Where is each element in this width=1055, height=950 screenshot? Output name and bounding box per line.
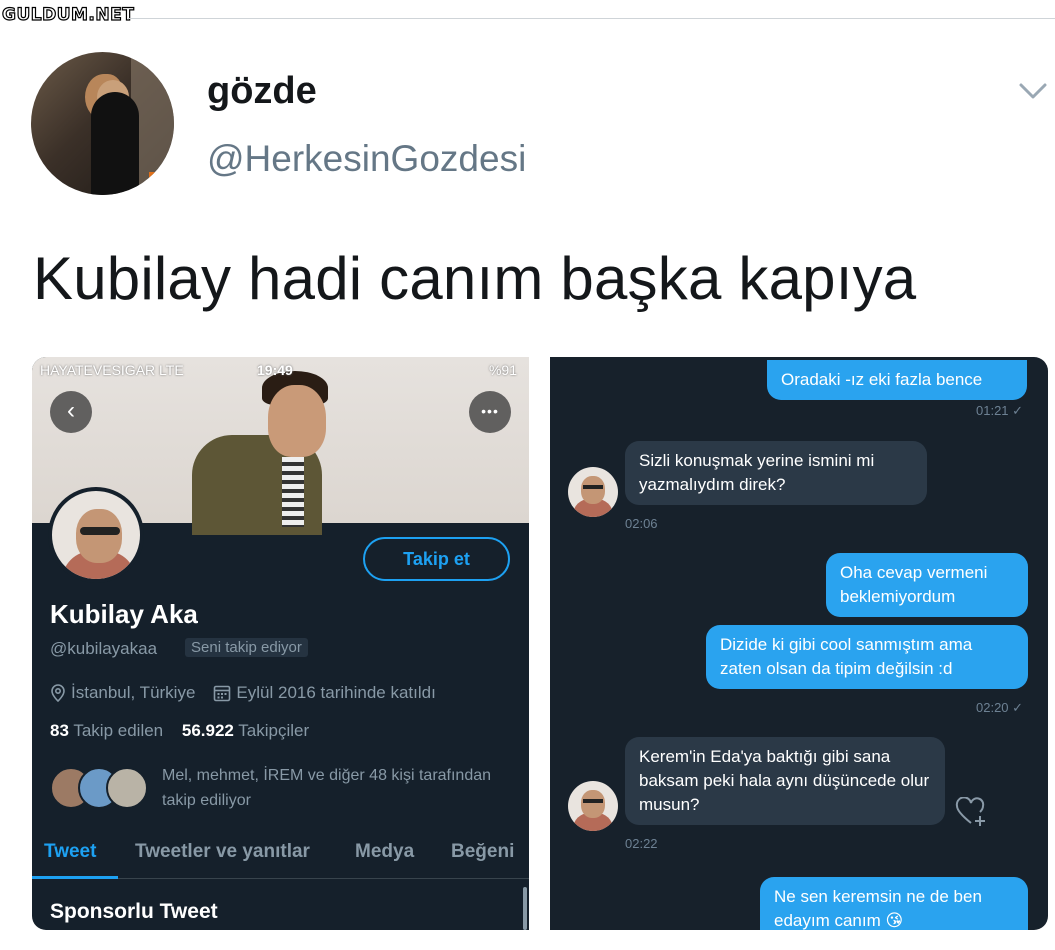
- more-dots-icon[interactable]: •••: [469, 391, 511, 433]
- following-label: Takip edilen: [73, 721, 164, 740]
- profile-handle: @kubilayakaa: [50, 639, 158, 658]
- avatar: [106, 767, 148, 809]
- following-count: 83: [50, 721, 69, 740]
- profile-name: Kubilay Aka: [50, 599, 198, 629]
- message-bubble-out[interactable]: Dizide ki gibi cool sanmıştım ama zaten …: [706, 625, 1028, 689]
- chat-avatar[interactable]: [568, 781, 618, 831]
- message-time: 02:20 ✓: [976, 700, 1024, 715]
- chat-avatar[interactable]: [568, 467, 618, 517]
- avatar[interactable]: [31, 52, 174, 195]
- battery-label: %91: [488, 362, 517, 378]
- message-bubble-out[interactable]: Ne sen keremsin ne de ben edayım canım 😘: [760, 877, 1028, 930]
- message-time: 02:22: [625, 836, 658, 851]
- profile-avatar[interactable]: [48, 487, 144, 583]
- followers-count: 56.922: [181, 721, 234, 740]
- active-tab-indicator: [32, 876, 118, 879]
- chevron-down-icon[interactable]: [1018, 80, 1048, 102]
- display-name[interactable]: gözde: [207, 70, 317, 113]
- tab-likes[interactable]: Beğeni: [451, 841, 514, 863]
- heart-plus-icon[interactable]: [955, 797, 987, 827]
- follows-you-badge: Seni takip ediyor: [185, 638, 308, 657]
- scrollbar[interactable]: [523, 887, 527, 930]
- follow-counts[interactable]: 83 Takip edilen 56.922 Takipçiler: [50, 721, 309, 741]
- status-bar: HAYATEVESIGAR LTE 19:49 %91: [32, 359, 529, 381]
- tab-media[interactable]: Medya: [355, 841, 414, 863]
- media-image-chat[interactable]: Oradaki -ız eki fazla bence 01:21 ✓ Sizl…: [550, 357, 1048, 930]
- follow-button[interactable]: Takip et: [363, 537, 510, 581]
- status-time: 19:49: [257, 362, 293, 378]
- sponsored-heading: Sponsorlu Tweet: [50, 900, 218, 923]
- calendar-icon: [214, 685, 231, 702]
- tweet-text: Kubilay hadi canım başka kapıya: [33, 245, 917, 312]
- location-icon: [51, 684, 65, 702]
- message-time: 01:21 ✓: [976, 403, 1024, 418]
- carrier-label: HAYATEVESIGAR LTE: [40, 362, 184, 378]
- watermark-logo: GULDUM.NET: [1, 4, 135, 25]
- media-image-profile[interactable]: HAYATEVESIGAR LTE 19:49 %91 ‹ ••• Takip …: [32, 357, 529, 930]
- followed-by-text[interactable]: Mel, mehmet, İREM ve diğer 48 kişi taraf…: [162, 763, 502, 813]
- tab-tweets-replies[interactable]: Tweetler ve yanıtlar: [135, 841, 310, 863]
- message-bubble-out[interactable]: Oradaki -ız eki fazla bence: [767, 360, 1027, 400]
- message-time: 02:06: [625, 516, 658, 531]
- divider: [128, 18, 1055, 19]
- followers-label: Takipçiler: [238, 721, 310, 740]
- message-bubble-out[interactable]: Oha cevap vermeni beklemiyordum: [826, 553, 1028, 617]
- message-bubble-in[interactable]: Sizli konuşmak yerine ismini mi yazmalıy…: [625, 441, 927, 505]
- profile-meta: İstanbul, Türkiye Eylül 2016 tarihinde k…: [50, 683, 454, 703]
- message-bubble-in[interactable]: Kerem'in Eda'ya baktığı gibi sana baksam…: [625, 737, 945, 825]
- location-text: İstanbul, Türkiye: [71, 683, 196, 702]
- followed-by-avatars[interactable]: [50, 767, 150, 811]
- profile-tabs: Tweet Tweetler ve yanıtlar Medya Beğeni: [32, 835, 529, 879]
- chevron-left-icon[interactable]: ‹: [50, 391, 92, 433]
- joined-text: Eylül 2016 tarihinde katıldı: [236, 683, 436, 702]
- user-handle[interactable]: @HerkesinGozdesi: [207, 138, 526, 180]
- tab-tweet[interactable]: Tweet: [44, 841, 96, 863]
